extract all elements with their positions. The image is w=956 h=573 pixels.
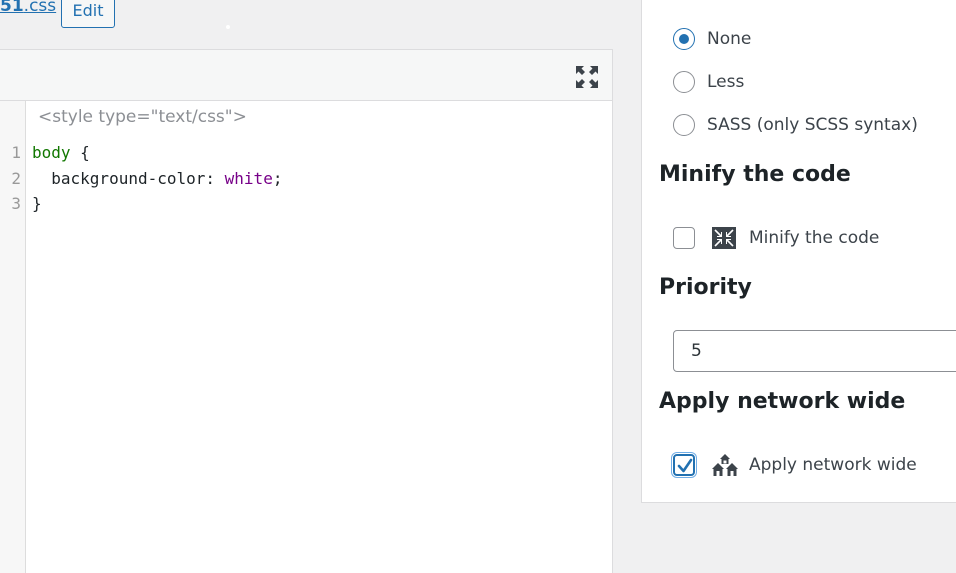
radio-label: SASS (only SCSS syntax) <box>707 115 918 135</box>
code-selector: body <box>32 143 71 162</box>
file-link-extension: .css <box>23 0 57 16</box>
network-label: Apply network wide <box>749 455 917 475</box>
line-number: 2 <box>11 169 21 188</box>
minify-section-title: Minify the code <box>659 162 851 187</box>
decorative-dot <box>226 25 230 29</box>
radio-option-none[interactable]: None <box>673 27 751 51</box>
network-section-title: Apply network wide <box>659 389 906 414</box>
radio-label: Less <box>707 72 745 92</box>
code-text: { <box>70 143 90 162</box>
network-checkbox[interactable] <box>673 454 695 476</box>
line-number: 1 <box>11 143 21 162</box>
radio-option-less[interactable]: Less <box>673 70 744 94</box>
file-link-number: 51 <box>0 0 24 16</box>
line-number: 3 <box>11 194 21 213</box>
network-houses-icon <box>711 452 738 478</box>
radio-label: None <box>707 29 752 49</box>
code-line: } <box>32 194 42 213</box>
priority-section-title: Priority <box>659 275 752 300</box>
radio-button[interactable] <box>673 114 695 136</box>
minify-option[interactable]: Minify the code <box>673 226 879 250</box>
code-line: background-color: white; <box>32 169 282 188</box>
edit-button[interactable]: Edit <box>61 0 115 28</box>
priority-input[interactable]: 5 <box>673 330 956 372</box>
radio-button[interactable] <box>673 28 695 50</box>
network-option[interactable]: Apply network wide <box>673 453 917 477</box>
code-value: white <box>224 169 273 188</box>
css-file-link[interactable]: 51.css <box>0 0 56 16</box>
minify-arrows-icon <box>711 225 737 251</box>
style-tag-hint: <style type="text/css"> <box>38 107 247 127</box>
line-number-gutter: 1 2 3 <box>0 101 26 573</box>
minify-label: Minify the code <box>749 228 880 248</box>
editor-toolbar <box>0 49 613 101</box>
code-text: ; <box>272 169 283 188</box>
code-line: body { <box>32 143 90 162</box>
minify-checkbox[interactable] <box>673 227 695 249</box>
radio-option-sass[interactable]: SASS (only SCSS syntax) <box>673 113 918 137</box>
radio-button[interactable] <box>673 71 695 93</box>
code-property: background-color: <box>32 169 225 188</box>
fullscreen-icon[interactable] <box>574 64 600 90</box>
code-editor[interactable]: 1 2 3 <style type="text/css"> body { bac… <box>0 101 613 573</box>
